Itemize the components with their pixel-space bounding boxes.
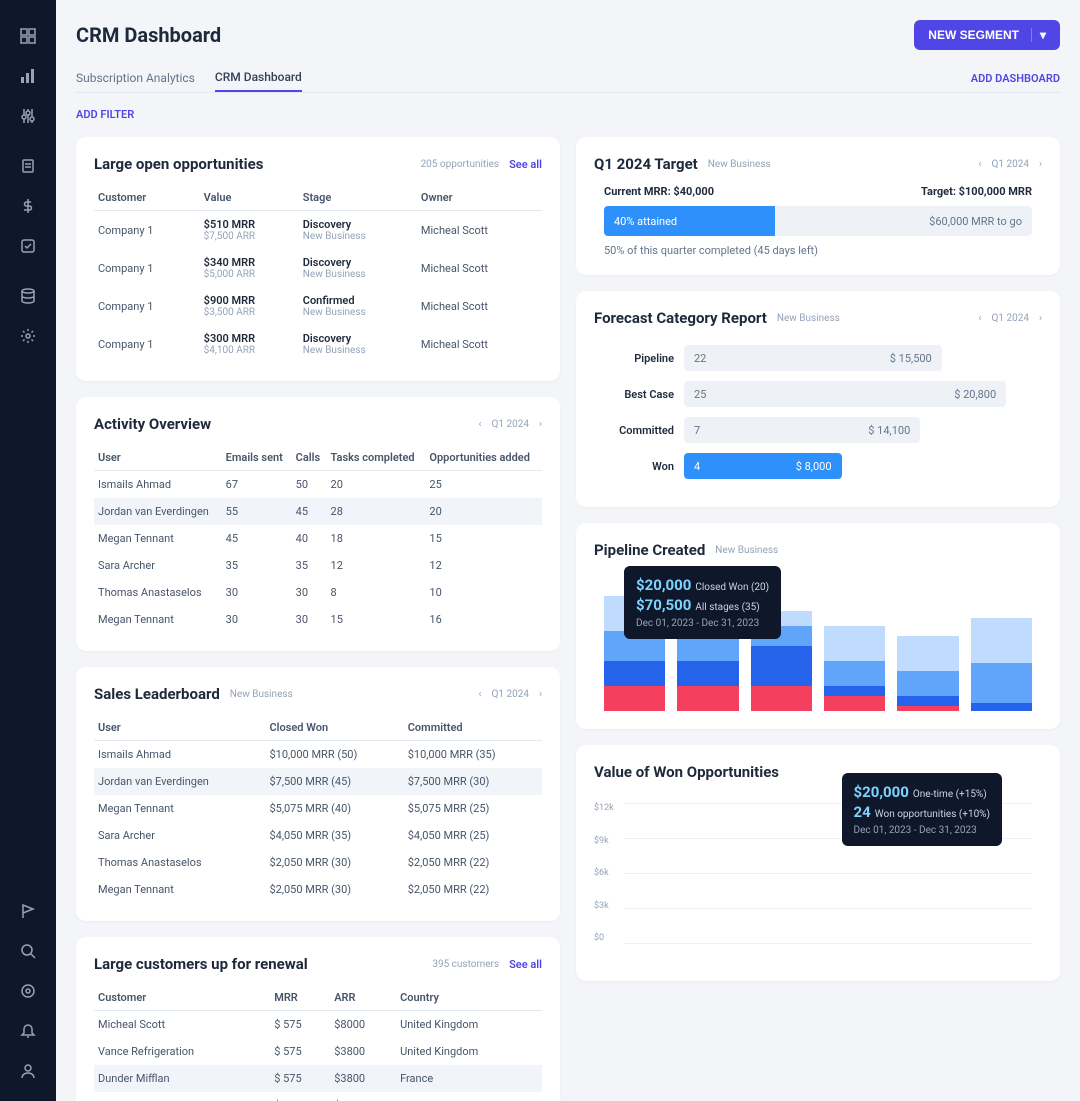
forecast-row: Best Case25$ 20,800 — [594, 381, 1042, 407]
table-row[interactable]: Megan Tennant45401815 — [94, 525, 542, 552]
gear-icon[interactable] — [16, 324, 40, 348]
card-title: Value of Won Opportunities — [594, 763, 779, 781]
table-row[interactable]: Thomas Anastaselos$2,050 MRR (30)$2,050 … — [94, 849, 542, 876]
target-icon[interactable] — [16, 979, 40, 1003]
table-row[interactable]: Megan Tennant$5,075 MRR (40)$5,075 MRR (… — [94, 795, 542, 822]
activity-card: Activity Overview ‹Q1 2024› User Emails … — [76, 397, 560, 651]
table-row[interactable]: Company 1$300 MRR$4,100 ARRDiscoveryNew … — [94, 325, 542, 363]
table-row[interactable]: Ismails Ahmad67502025 — [94, 471, 542, 499]
table-row[interactable]: Megan Tennant30301516 — [94, 606, 542, 633]
bell-icon[interactable] — [16, 1019, 40, 1043]
add-dashboard-link[interactable]: ADD DASHBOARD — [971, 72, 1060, 85]
page-title: CRM Dashboard — [76, 23, 221, 47]
forecast-row: Won4$ 8,000 — [594, 453, 1042, 479]
settings-slider-icon[interactable] — [16, 104, 40, 128]
table-row[interactable]: Sara Archer$4,050 MRR (35)$4,050 MRR (25… — [94, 822, 542, 849]
prev-period-icon[interactable]: ‹ — [979, 159, 982, 170]
chevron-down-icon: ▾ — [1031, 28, 1046, 42]
table-row[interactable]: Jordan van Everdingen55452820 — [94, 498, 542, 525]
prev-period-icon[interactable]: ‹ — [479, 419, 482, 430]
forecast-row: Committed7$ 14,100 — [594, 417, 1042, 443]
next-period-icon[interactable]: › — [539, 419, 542, 430]
user-icon[interactable] — [16, 1059, 40, 1083]
card-title: Large customers up for renewal — [94, 955, 308, 973]
add-filter-link[interactable]: ADD FILTER — [76, 108, 134, 121]
sidebar — [0, 0, 56, 1101]
table-row[interactable]: Sara Archer35351212 — [94, 552, 542, 579]
card-title: Pipeline Created — [594, 541, 705, 559]
renewal-card: Large customers up for renewal 395 custo… — [76, 937, 560, 1101]
next-period-icon[interactable]: › — [1039, 313, 1042, 324]
table-row[interactable]: Vance Refrigeration$ 575$3800United King… — [94, 1038, 542, 1065]
table-row[interactable]: Jordan van Everdingen$7,500 MRR (45)$7,5… — [94, 768, 542, 795]
see-all-link[interactable]: See all — [509, 158, 542, 171]
next-period-icon[interactable]: › — [1039, 159, 1042, 170]
table-row[interactable]: Dunder Mifflan$ 575$3800France — [94, 1065, 542, 1092]
document-icon[interactable] — [16, 154, 40, 178]
chart-bar[interactable] — [824, 626, 885, 711]
tab-crm-dashboard[interactable]: CRM Dashboard — [215, 64, 302, 92]
leaderboard-card: Sales Leaderboard New Business ‹Q1 2024›… — [76, 667, 560, 921]
tab-subscription-analytics[interactable]: Subscription Analytics — [76, 65, 195, 91]
analytics-icon[interactable] — [16, 64, 40, 88]
next-period-icon[interactable]: › — [539, 689, 542, 700]
card-title: Forecast Category Report — [594, 309, 767, 327]
table-row[interactable]: Company 1$510 MRR$7,500 ARRDiscoveryNew … — [94, 211, 542, 250]
search-icon[interactable] — [16, 939, 40, 963]
dashboard-icon[interactable] — [16, 24, 40, 48]
chart-bar[interactable] — [897, 636, 958, 711]
table-row[interactable]: Ismails Ahmad$10,000 MRR (50)$10,000 MRR… — [94, 741, 542, 769]
won-card: Value of Won Opportunities $12k$9k$6k$3k… — [576, 745, 1060, 981]
forecast-row: Pipeline22$ 15,500 — [594, 345, 1042, 371]
dollar-icon[interactable] — [16, 194, 40, 218]
prev-period-icon[interactable]: ‹ — [979, 313, 982, 324]
forecast-card: Forecast Category Report New Business ‹Q… — [576, 291, 1060, 507]
chart-tooltip: $20,000Closed Won (20) $70,500All stages… — [624, 566, 781, 639]
table-row[interactable]: Company 1$340 MRR$5,000 ARRDiscoveryNew … — [94, 249, 542, 287]
pipeline-card: Pipeline Created New Business $20,000Clo… — [576, 523, 1060, 729]
table-row[interactable]: Sabre$ 575$3800Germany — [94, 1092, 542, 1101]
pipeline-chart: $20,000Closed Won (20) $70,500All stages… — [594, 571, 1042, 711]
see-all-link[interactable]: See all — [509, 958, 542, 971]
table-row[interactable]: Megan Tennant$2,050 MRR (30)$2,050 MRR (… — [94, 876, 542, 903]
chart-bar[interactable] — [971, 618, 1032, 711]
checkbox-icon[interactable] — [16, 234, 40, 258]
table-row[interactable]: Thomas Anastaselos3030810 — [94, 579, 542, 606]
flag-icon[interactable] — [16, 899, 40, 923]
card-title: Large open opportunities — [94, 155, 263, 173]
table-row[interactable]: Company 1$900 MRR$3,500 ARRConfirmedNew … — [94, 287, 542, 325]
progress-bar: 40% attained$60,000 MRR to go — [604, 206, 1032, 236]
card-title: Q1 2024 Target — [594, 155, 698, 173]
prev-period-icon[interactable]: ‹ — [479, 689, 482, 700]
database-icon[interactable] — [16, 284, 40, 308]
target-card: Q1 2024 Target New Business ‹Q1 2024› Cu… — [576, 137, 1060, 275]
table-row[interactable]: Micheal Scott$ 575$8000United Kingdom — [94, 1011, 542, 1039]
new-segment-button[interactable]: NEW SEGMENT▾ — [914, 20, 1060, 50]
card-title: Activity Overview — [94, 415, 211, 433]
chart-tooltip: $20,000One-time (+15%) 24Won opportuniti… — [842, 773, 1002, 846]
opportunities-card: Large open opportunities 205 opportuniti… — [76, 137, 560, 381]
won-chart: $12k$9k$6k$3k$0 $20,000One-time (+15%) 2… — [594, 793, 1042, 963]
card-title: Sales Leaderboard — [94, 685, 220, 703]
